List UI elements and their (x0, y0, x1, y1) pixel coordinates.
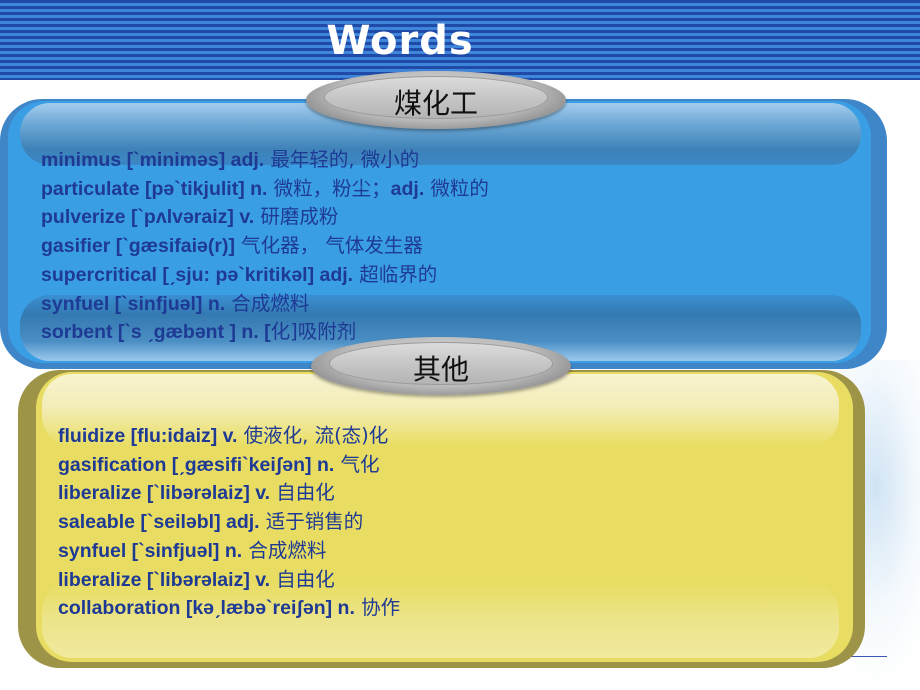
section-badge-other: 其他 (311, 337, 571, 395)
coal-chemical-word-list: minimus [`miniməs] adj. 最年轻的, 微小的 partic… (41, 146, 489, 347)
vocab-entry: supercritical [ˏsju: pə`kritikəl] adj. 超… (41, 262, 438, 286)
striped-header-banner: Words (0, 0, 920, 80)
vocab-entry: collaboration [kəˏlæbə`reiʃən] n. 协作 (58, 596, 401, 620)
vocab-entry: particulate [pə`tikjulit] n. 微粒，粉尘；adj. … (41, 176, 489, 200)
vocab-entry: gasifier [`gæsifaiə(r)] 气化器， 气体发生器 (41, 234, 423, 258)
vocab-entry: fluidize [flu:idaiz] v. 使液化, 流(态)化 (58, 424, 389, 447)
vocab-entry: gasification [ˏgæsifi`keiʃən] n. 气化 (58, 452, 380, 476)
slide-title: Words (326, 18, 474, 64)
badge-label: 煤化工 (393, 87, 478, 120)
section-badge-coal-chemical: 煤化工 (306, 71, 566, 129)
vocab-entry: liberalize [`libərəlaiz] v. 自由化 (58, 567, 335, 591)
vocab-entry: liberalize [`libərəlaiz] v. 自由化 (58, 481, 335, 505)
badge-label: 其他 (412, 353, 469, 386)
vocab-entry: pulverize [`pʌlvəraiz] v. 研磨成粉 (41, 205, 339, 229)
vocab-entry: synfuel [`sinfjuəl] n. 合成燃料 (41, 291, 310, 315)
vocab-entry: saleable [`seiləbl] adj. 适于销售的 (58, 510, 364, 534)
vocab-entry: minimus [`miniməs] adj. 最年轻的, 微小的 (41, 148, 420, 171)
other-word-list: fluidize [flu:idaiz] v. 使液化, 流(态)化 gasif… (58, 422, 400, 623)
vocab-entry: synfuel [`sinfjuəl] n. 合成燃料 (58, 538, 327, 562)
